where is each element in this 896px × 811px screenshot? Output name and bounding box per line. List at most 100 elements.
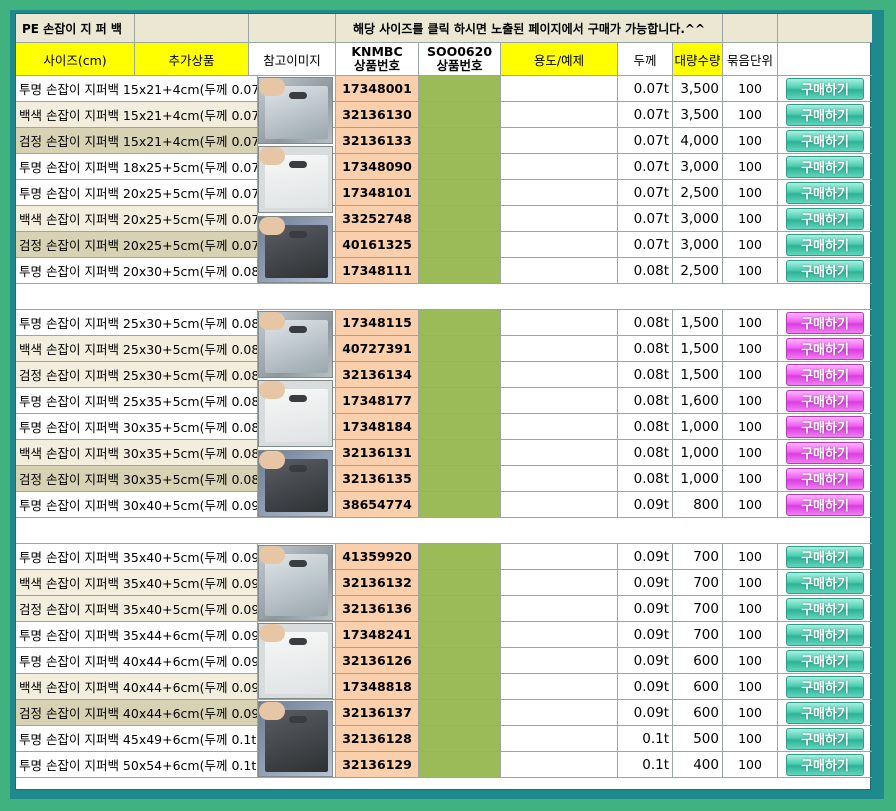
product-size-link[interactable]: 백색 손잡이 지퍼백 15x21+4cm(두께 0.07t) — [16, 102, 258, 128]
thickness-value: 0.07t — [618, 128, 673, 154]
product-size-link[interactable]: 백색 손잡이 지퍼백 25x30+5cm(두께 0.08t) — [16, 336, 258, 362]
product-size-link[interactable]: 투명 손잡이 지퍼백 25x35+5cm(두께 0.08t) — [16, 388, 258, 414]
table-row[interactable]: 백색 손잡이 지퍼백 30x35+5cm(두께 0.08t) 32136131 0.… — [16, 440, 872, 466]
buy-button[interactable]: 구매하기 — [786, 545, 864, 568]
table-row[interactable]: 투명 손잡이 지퍼백 25x30+5cm(두께 0.08t) 17348115 0.… — [16, 310, 872, 336]
bundle-unit: 100 — [723, 232, 778, 258]
buy-button[interactable]: 구매하기 — [786, 77, 864, 100]
table-row[interactable]: 투명 손잡이 지퍼백 20x30+5cm(두께 0.08t) 17348111 0.… — [16, 258, 872, 284]
table-row[interactable]: 검정 손잡이 지퍼백 30x35+5cm(두께 0.08t) 32136135 0.… — [16, 466, 872, 492]
buy-cell: 구매하기 — [778, 466, 872, 492]
buy-button[interactable]: 구매하기 — [786, 441, 864, 464]
bundle-unit: 100 — [723, 362, 778, 388]
table-row[interactable]: 백색 손잡이 지퍼백 15x21+4cm(두께 0.07t) 32136130 0.… — [16, 102, 872, 128]
table-row[interactable]: 검정 손잡이 지퍼백 25x30+5cm(두께 0.08t) 32136134 0.… — [16, 362, 872, 388]
product-size-link[interactable]: 검정 손잡이 지퍼백 35x40+5cm(두께 0.09t) — [16, 596, 258, 622]
product-size-link[interactable]: 투명 손잡이 지퍼백 20x30+5cm(두께 0.08t) — [16, 258, 258, 284]
buy-button[interactable]: 구매하기 — [786, 493, 864, 516]
product-size-link[interactable]: 검정 손잡이 지퍼백 20x25+5cm(두께 0.07t) — [16, 232, 258, 258]
buy-button[interactable]: 구매하기 — [786, 207, 864, 230]
col-soo-line1: SOO0620 — [426, 44, 493, 59]
bag-handle-hole — [289, 560, 307, 567]
table-row[interactable]: 투명 손잡이 지퍼백 30x40+5cm(두께 0.09t) 38654774 0.… — [16, 492, 872, 518]
buy-button[interactable]: 구매하기 — [786, 675, 864, 698]
product-size-link[interactable]: 검정 손잡이 지퍼백 25x30+5cm(두께 0.08t) — [16, 362, 258, 388]
buy-button[interactable]: 구매하기 — [786, 259, 864, 282]
product-size-link[interactable]: 백색 손잡이 지퍼백 40x44+6cm(두께 0.09t) — [16, 674, 258, 700]
knmbc-code: 32136137 — [336, 700, 419, 726]
table-row[interactable]: 투명 손잡이 지퍼백 45x49+6cm(두께 0.1t) 32136128 0.1… — [16, 726, 872, 752]
product-size-link[interactable]: 검정 손잡이 지퍼백 30x35+5cm(두께 0.08t) — [16, 466, 258, 492]
product-size-link[interactable]: 백색 손잡이 지퍼백 30x35+5cm(두께 0.08t) — [16, 440, 258, 466]
product-size-link[interactable]: 백색 손잡이 지퍼백 20x25+5cm(두께 0.07t) — [16, 206, 258, 232]
col-buy — [778, 43, 872, 76]
knmbc-code: 17348115 — [336, 310, 419, 336]
table-row[interactable]: 백색 손잡이 지퍼백 20x25+5cm(두께 0.07t) 33252748 0.… — [16, 206, 872, 232]
product-size-link[interactable]: 투명 손잡이 지퍼백 15x21+4cm(두께 0.07t) — [16, 76, 258, 102]
thickness-value: 0.08t — [618, 466, 673, 492]
col-knmbc-line2: 상품번호 — [353, 58, 400, 73]
bulk-quantity: 3,500 — [673, 76, 723, 102]
product-size-link[interactable]: 투명 손잡이 지퍼백 35x44+6cm(두께 0.09t) — [16, 622, 258, 648]
product-size-link[interactable]: 투명 손잡이 지퍼백 30x40+5cm(두께 0.09t) — [16, 492, 258, 518]
soo-code — [419, 492, 501, 518]
table-row[interactable]: 투명 손잡이 지퍼백 20x25+5cm(두께 0.07t) 17348101 0.… — [16, 180, 872, 206]
buy-button[interactable]: 구매하기 — [786, 233, 864, 256]
buy-cell: 구매하기 — [778, 180, 872, 206]
buy-button[interactable]: 구매하기 — [786, 337, 864, 360]
product-size-link[interactable]: 투명 손잡이 지퍼백 35x40+5cm(두께 0.09t) — [16, 544, 258, 570]
table-row[interactable]: 투명 손잡이 지퍼백 18x25+5cm(두께 0.07t) 17348090 0.… — [16, 154, 872, 180]
buy-button[interactable]: 구매하기 — [786, 753, 864, 776]
table-row[interactable]: 검정 손잡이 지퍼백 35x40+5cm(두께 0.09t) 32136136 0.… — [16, 596, 872, 622]
buy-button[interactable]: 구매하기 — [786, 415, 864, 438]
table-row[interactable]: 검정 손잡이 지퍼백 20x25+5cm(두께 0.07t) 40161325 0.… — [16, 232, 872, 258]
product-size-link[interactable]: 투명 손잡이 지퍼백 45x49+6cm(두께 0.1t) — [16, 726, 258, 752]
product-size-link[interactable]: 투명 손잡이 지퍼백 50x54+6cm(두께 0.1t) — [16, 752, 258, 778]
table-row[interactable]: 검정 손잡이 지퍼백 15x21+4cm(두께 0.07t) 32136133 0.… — [16, 128, 872, 154]
table-row[interactable]: 투명 손잡이 지퍼백 15x21+4cm(두께 0.07t) 17348001 0.… — [16, 76, 872, 102]
thickness-value: 0.07t — [618, 232, 673, 258]
usage-cell — [501, 310, 618, 336]
table-row[interactable]: 검정 손잡이 지퍼백 40x44+6cm(두께 0.09t) 32136137 0.… — [16, 700, 872, 726]
buy-button[interactable]: 구매하기 — [786, 727, 864, 750]
table-row[interactable]: 투명 손잡이 지퍼백 50x54+6cm(두께 0.1t) 32136129 0.1… — [16, 752, 872, 778]
table-row[interactable]: 백색 손잡이 지퍼백 25x30+5cm(두께 0.08t) 40727391 0.… — [16, 336, 872, 362]
product-size-link[interactable]: 투명 손잡이 지퍼백 25x30+5cm(두께 0.08t) — [16, 310, 258, 336]
table-row[interactable]: 투명 손잡이 지퍼백 40x44+6cm(두께 0.09t) 32136126 0.… — [16, 648, 872, 674]
product-size-link[interactable]: 투명 손잡이 지퍼백 20x25+5cm(두께 0.07t) — [16, 180, 258, 206]
usage-cell — [501, 362, 618, 388]
bundle-unit: 100 — [723, 596, 778, 622]
table-row[interactable]: 투명 손잡이 지퍼백 25x35+5cm(두께 0.08t) 17348177 0.… — [16, 388, 872, 414]
buy-button[interactable]: 구매하기 — [786, 597, 864, 620]
buy-button[interactable]: 구매하기 — [786, 129, 864, 152]
bulk-quantity: 700 — [673, 622, 723, 648]
product-size-link[interactable]: 검정 손잡이 지퍼백 40x44+6cm(두께 0.09t) — [16, 700, 258, 726]
table-row[interactable]: 투명 손잡이 지퍼백 35x44+6cm(두께 0.09t) 17348241 0.… — [16, 622, 872, 648]
product-size-link[interactable]: 투명 손잡이 지퍼백 40x44+6cm(두께 0.09t) — [16, 648, 258, 674]
buy-button[interactable]: 구매하기 — [786, 649, 864, 672]
buy-button[interactable]: 구매하기 — [786, 389, 864, 412]
black-bag-photo — [258, 701, 333, 777]
buy-button[interactable]: 구매하기 — [786, 467, 864, 490]
buy-button[interactable]: 구매하기 — [786, 363, 864, 386]
buy-button[interactable]: 구매하기 — [786, 181, 864, 204]
product-size-link[interactable]: 투명 손잡이 지퍼백 30x35+5cm(두께 0.08t) — [16, 414, 258, 440]
product-size-link[interactable]: 검정 손잡이 지퍼백 15x21+4cm(두께 0.07t) — [16, 128, 258, 154]
product-size-link[interactable]: 백색 손잡이 지퍼백 35x40+5cm(두께 0.09t) — [16, 570, 258, 596]
soo-code — [419, 76, 501, 102]
buy-button[interactable]: 구매하기 — [786, 311, 864, 334]
buy-button[interactable]: 구매하기 — [786, 623, 864, 646]
buy-cell: 구매하기 — [778, 752, 872, 778]
usage-cell — [501, 596, 618, 622]
buy-button[interactable]: 구매하기 — [786, 701, 864, 724]
buy-button[interactable]: 구매하기 — [786, 571, 864, 594]
table-row[interactable]: 백색 손잡이 지퍼백 40x44+6cm(두께 0.09t) 17348818 0.… — [16, 674, 872, 700]
product-size-link[interactable]: 투명 손잡이 지퍼백 18x25+5cm(두께 0.07t) — [16, 154, 258, 180]
table-row[interactable]: 투명 손잡이 지퍼백 35x40+5cm(두께 0.09t) 41359920 0.… — [16, 544, 872, 570]
buy-button[interactable]: 구매하기 — [786, 103, 864, 126]
bulk-quantity: 3,000 — [673, 206, 723, 232]
table-row[interactable]: 백색 손잡이 지퍼백 35x40+5cm(두께 0.09t) 32136132 0.… — [16, 570, 872, 596]
buy-button[interactable]: 구매하기 — [786, 155, 864, 178]
table-row[interactable]: 투명 손잡이 지퍼백 30x35+5cm(두께 0.08t) 17348184 0.… — [16, 414, 872, 440]
bag-handle-hole — [289, 716, 307, 723]
